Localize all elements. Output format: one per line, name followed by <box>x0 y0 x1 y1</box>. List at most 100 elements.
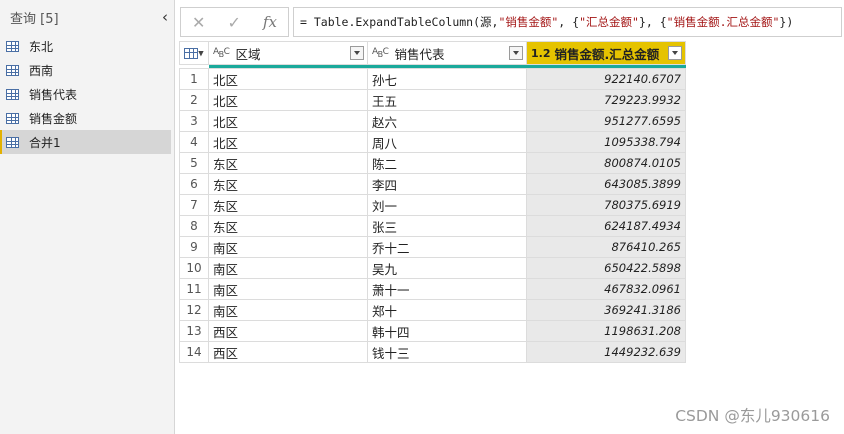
cell-sales-rep[interactable]: 乔十二 <box>367 236 527 258</box>
column-header-sales-rep[interactable]: ABC 销售代表 <box>367 41 527 65</box>
table-row[interactable]: 8 东区 张三 624187.4934 <box>179 215 686 237</box>
row-number[interactable]: 3 <box>179 110 209 132</box>
cell-region[interactable]: 东区 <box>208 152 368 174</box>
query-item-label: 东北 <box>29 39 54 54</box>
table-icon <box>6 64 19 76</box>
row-number[interactable]: 1 <box>179 68 209 90</box>
text-type-icon[interactable]: ABC <box>372 47 389 59</box>
cell-region[interactable]: 南区 <box>208 236 368 258</box>
query-item[interactable]: 西南 <box>0 58 174 82</box>
cell-amount[interactable]: 1198631.208 <box>526 320 686 342</box>
cell-region[interactable]: 北区 <box>208 131 368 153</box>
cell-sales-rep[interactable]: 郑十 <box>367 299 527 321</box>
cell-region[interactable]: 北区 <box>208 68 368 90</box>
cell-region[interactable]: 西区 <box>208 320 368 342</box>
filter-dropdown-icon[interactable] <box>350 46 364 60</box>
cell-amount[interactable]: 876410.265 <box>526 236 686 258</box>
column-header-amount[interactable]: 1.2 销售金额.汇总金额 <box>526 41 686 65</box>
cell-region[interactable]: 南区 <box>208 299 368 321</box>
cell-sales-rep[interactable]: 周八 <box>367 131 527 153</box>
cell-sales-rep[interactable]: 赵六 <box>367 110 527 132</box>
query-item[interactable]: 合并1 <box>0 130 171 154</box>
query-item[interactable]: 销售金额 <box>0 106 174 130</box>
row-number[interactable]: 10 <box>179 257 209 279</box>
formula-input[interactable]: = Table.ExpandTableColumn(源, "销售金额", {"汇… <box>293 7 842 37</box>
cancel-icon[interactable]: ✕ <box>192 13 205 32</box>
cell-region[interactable]: 北区 <box>208 110 368 132</box>
cell-amount[interactable]: 729223.9932 <box>526 89 686 111</box>
query-item[interactable]: 销售代表 <box>0 82 174 106</box>
row-number[interactable]: 6 <box>179 173 209 195</box>
chevron-left-icon[interactable]: ‹ <box>162 8 168 26</box>
filter-dropdown-icon[interactable] <box>668 46 682 60</box>
row-number[interactable]: 8 <box>179 215 209 237</box>
cell-amount[interactable]: 780375.6919 <box>526 194 686 216</box>
cell-amount[interactable]: 951277.6595 <box>526 110 686 132</box>
formula-mid-2: }, { <box>638 15 667 29</box>
cell-amount[interactable]: 650422.5898 <box>526 257 686 279</box>
query-item-label: 西南 <box>29 63 54 78</box>
filter-dropdown-icon[interactable] <box>509 46 523 60</box>
cell-sales-rep[interactable]: 吴九 <box>367 257 527 279</box>
table-menu-button[interactable]: ▼ <box>179 41 209 65</box>
cell-region[interactable]: 东区 <box>208 215 368 237</box>
cell-sales-rep[interactable]: 王五 <box>367 89 527 111</box>
table-row[interactable]: 11 南区 萧十一 467832.0961 <box>179 278 686 300</box>
row-number[interactable]: 7 <box>179 194 209 216</box>
row-number[interactable]: 13 <box>179 320 209 342</box>
row-number[interactable]: 4 <box>179 131 209 153</box>
table-row[interactable]: 9 南区 乔十二 876410.265 <box>179 236 686 258</box>
table-row[interactable]: 2 北区 王五 729223.9932 <box>179 89 686 111</box>
cell-amount[interactable]: 800874.0105 <box>526 152 686 174</box>
cell-sales-rep[interactable]: 韩十四 <box>367 320 527 342</box>
row-number[interactable]: 14 <box>179 341 209 363</box>
text-type-icon[interactable]: ABC <box>213 47 230 59</box>
cell-sales-rep[interactable]: 张三 <box>367 215 527 237</box>
table-row[interactable]: 10 南区 吴九 650422.5898 <box>179 257 686 279</box>
row-number[interactable]: 9 <box>179 236 209 258</box>
table-row[interactable]: 6 东区 李四 643085.3899 <box>179 173 686 195</box>
table-icon <box>6 112 19 124</box>
table-row[interactable]: 3 北区 赵六 951277.6595 <box>179 110 686 132</box>
table-row[interactable]: 14 西区 钱十三 1449232.639 <box>179 341 686 363</box>
row-number[interactable]: 5 <box>179 152 209 174</box>
cell-sales-rep[interactable]: 孙七 <box>367 68 527 90</box>
cell-amount[interactable]: 624187.4934 <box>526 215 686 237</box>
cell-sales-rep[interactable]: 刘一 <box>367 194 527 216</box>
fx-icon[interactable]: fx <box>263 13 277 31</box>
cell-sales-rep[interactable]: 陈二 <box>367 152 527 174</box>
formula-string-3: "销售金额.汇总金额" <box>666 15 780 29</box>
table-row[interactable]: 5 东区 陈二 800874.0105 <box>179 152 686 174</box>
query-item[interactable]: 东北 <box>0 34 174 58</box>
cell-amount[interactable]: 369241.3186 <box>526 299 686 321</box>
cell-amount[interactable]: 643085.3899 <box>526 173 686 195</box>
cell-amount[interactable]: 922140.6707 <box>526 68 686 90</box>
cell-region[interactable]: 南区 <box>208 257 368 279</box>
cell-sales-rep[interactable]: 钱十三 <box>367 341 527 363</box>
cell-amount[interactable]: 1095338.794 <box>526 131 686 153</box>
cell-amount[interactable]: 1449232.639 <box>526 341 686 363</box>
row-number[interactable]: 11 <box>179 278 209 300</box>
cell-region[interactable]: 东区 <box>208 194 368 216</box>
cell-region[interactable]: 西区 <box>208 341 368 363</box>
table-row[interactable]: 7 东区 刘一 780375.6919 <box>179 194 686 216</box>
row-number[interactable]: 2 <box>179 89 209 111</box>
table-row[interactable]: 12 南区 郑十 369241.3186 <box>179 299 686 321</box>
confirm-icon[interactable]: ✓ <box>227 13 240 32</box>
column-header-label: 销售代表 <box>394 46 445 62</box>
table-row[interactable]: 13 西区 韩十四 1198631.208 <box>179 320 686 342</box>
queries-title: 查询 [5] <box>10 11 59 27</box>
table-icon <box>6 88 19 100</box>
cell-region[interactable]: 北区 <box>208 89 368 111</box>
cell-sales-rep[interactable]: 李四 <box>367 173 527 195</box>
table-row[interactable]: 1 北区 孙七 922140.6707 <box>179 68 686 90</box>
formula-bar: ✕ ✓ fx = Table.ExpandTableColumn(源, "销售金… <box>180 7 842 37</box>
cell-region[interactable]: 东区 <box>208 173 368 195</box>
column-header-region[interactable]: ABC 区域 <box>208 41 368 65</box>
decimal-type-icon[interactable]: 1.2 <box>531 47 551 60</box>
cell-sales-rep[interactable]: 萧十一 <box>367 278 527 300</box>
cell-region[interactable]: 南区 <box>208 278 368 300</box>
cell-amount[interactable]: 467832.0961 <box>526 278 686 300</box>
row-number[interactable]: 12 <box>179 299 209 321</box>
table-row[interactable]: 4 北区 周八 1095338.794 <box>179 131 686 153</box>
